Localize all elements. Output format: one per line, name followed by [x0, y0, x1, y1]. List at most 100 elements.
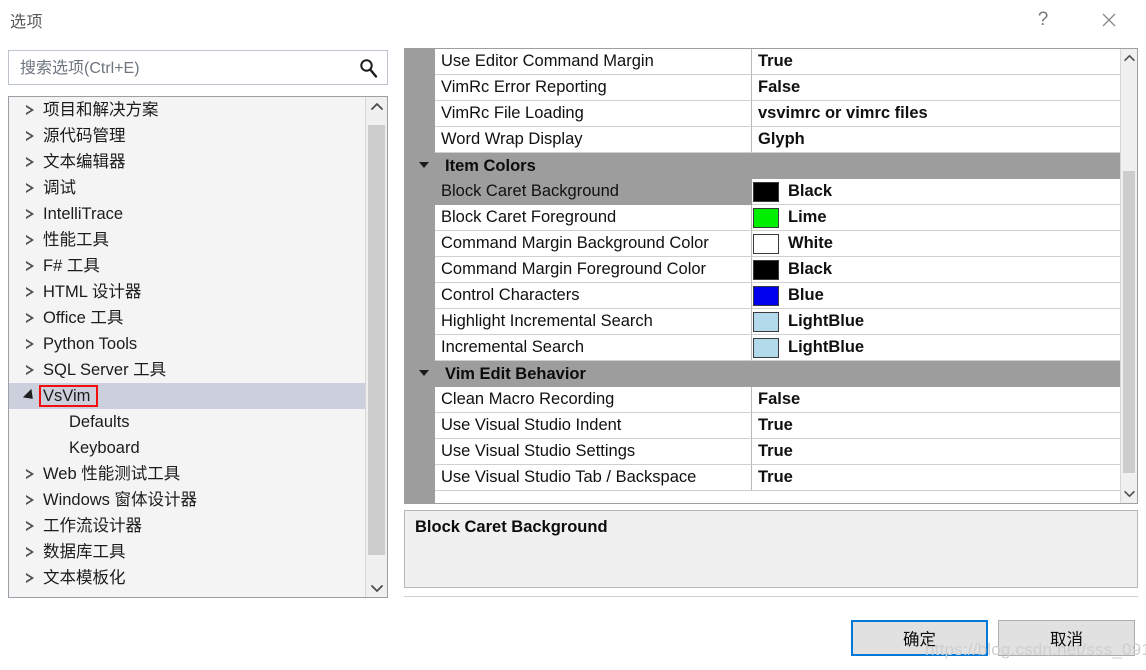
chevron-right-icon[interactable]: [23, 487, 37, 513]
tree-item-6[interactable]: F# 工具: [9, 253, 365, 279]
tree-item-18[interactable]: 文本模板化: [9, 565, 365, 591]
tree-item-2[interactable]: 文本编辑器: [9, 149, 365, 175]
color-swatch: [753, 207, 779, 228]
property-category-row[interactable]: Vim Edit Behavior: [405, 361, 1120, 387]
chevron-right-icon[interactable]: [23, 149, 37, 175]
property-value[interactable]: True: [752, 439, 1120, 465]
property-value[interactable]: LightBlue: [752, 335, 1120, 361]
tree-item-label: 数据库工具: [43, 543, 126, 561]
property-category-label: Item Colors: [405, 153, 1120, 179]
tree-list[interactable]: 项目和解决方案源代码管理文本编辑器 调试 IntelliTrace 性能工具 F# 工具…: [9, 97, 365, 597]
property-row[interactable]: Block Caret Foreground Lime: [405, 205, 1120, 231]
chevron-right-icon[interactable]: [23, 513, 37, 539]
tree-scroll-thumb[interactable]: [368, 125, 385, 555]
property-grid[interactable]: Use Editor Command Margin True VimRc Error…: [404, 48, 1138, 504]
options-tree[interactable]: 项目和解决方案源代码管理文本编辑器 调试 IntelliTrace 性能工具 F# 工具…: [8, 96, 388, 598]
tree-item-0[interactable]: 项目和解决方案: [9, 97, 365, 123]
chevron-right-icon[interactable]: [23, 357, 37, 383]
help-button[interactable]: ?: [1020, 0, 1066, 40]
chevron-right-icon[interactable]: [23, 331, 37, 357]
chevron-right-icon[interactable]: [23, 539, 37, 565]
property-value[interactable]: White: [752, 231, 1120, 257]
property-grid-rows[interactable]: Use Editor Command Margin True VimRc Error…: [405, 49, 1120, 491]
tree-item-15[interactable]: Windows 窗体设计器: [9, 487, 365, 513]
property-category-row[interactable]: Item Colors: [405, 153, 1120, 179]
property-value[interactable]: vsvimrc or vimrc files: [752, 101, 1120, 127]
property-value[interactable]: False: [752, 387, 1120, 413]
property-row[interactable]: Use Visual Studio Indent True: [405, 413, 1120, 439]
property-value[interactable]: False: [752, 75, 1120, 101]
property-row[interactable]: VimRc File Loading vsvimrc or vimrc files: [405, 101, 1120, 127]
ok-button[interactable]: 确定: [851, 620, 988, 656]
chevron-down-icon[interactable]: [22, 383, 38, 409]
tree-item-17[interactable]: 数据库工具: [9, 539, 365, 565]
property-value[interactable]: True: [752, 465, 1120, 491]
property-value-text: LightBlue: [788, 312, 865, 330]
property-value[interactable]: Glyph: [752, 127, 1120, 153]
tree-item-3[interactable]: 调试: [9, 175, 365, 201]
property-value[interactable]: Blue: [752, 283, 1120, 309]
chevron-down-icon[interactable]: [419, 162, 429, 168]
property-row[interactable]: Use Visual Studio Tab / Backspace True: [405, 465, 1120, 491]
cancel-button[interactable]: 取消: [998, 620, 1135, 656]
property-row[interactable]: Block Caret Background Black: [405, 179, 1120, 205]
chevron-right-icon[interactable]: [23, 201, 37, 227]
property-value[interactable]: Black: [752, 257, 1120, 283]
tree-item-10[interactable]: SQL Server 工具: [9, 357, 365, 383]
footer-separator: [404, 596, 1138, 597]
tree-item-9[interactable]: Python Tools: [9, 331, 365, 357]
tree-item-label: 源代码管理: [43, 127, 126, 145]
tree-item-7[interactable]: HTML 设计器: [9, 279, 365, 305]
scroll-up-icon[interactable]: [1121, 49, 1137, 67]
chevron-right-icon[interactable]: [23, 565, 37, 591]
tree-item-12[interactable]: Defaults: [9, 409, 365, 435]
property-row[interactable]: VimRc Error Reporting False: [405, 75, 1120, 101]
tree-item-14[interactable]: Web 性能测试工具: [9, 461, 365, 487]
close-button[interactable]: [1086, 0, 1132, 40]
tree-item-13[interactable]: Keyboard: [9, 435, 365, 461]
property-value[interactable]: Black: [752, 179, 1120, 205]
property-row[interactable]: Command Margin Background Color White: [405, 231, 1120, 257]
scroll-down-icon[interactable]: [366, 579, 387, 597]
scroll-down-icon[interactable]: [1121, 485, 1137, 503]
tree-item-16[interactable]: 工作流设计器: [9, 513, 365, 539]
property-value[interactable]: Lime: [752, 205, 1120, 231]
chevron-right-icon[interactable]: [23, 123, 37, 149]
tree-item-4[interactable]: IntelliTrace: [9, 201, 365, 227]
chevron-right-icon[interactable]: [23, 461, 37, 487]
scroll-up-icon[interactable]: [366, 97, 387, 115]
property-value[interactable]: LightBlue: [752, 309, 1120, 335]
search-box[interactable]: [8, 50, 388, 86]
tree-item-8[interactable]: Office 工具: [9, 305, 365, 331]
tree-item-5[interactable]: 性能工具: [9, 227, 365, 253]
property-name: Block Caret Background: [435, 179, 752, 205]
property-value[interactable]: True: [752, 49, 1120, 75]
chevron-right-icon[interactable]: [23, 253, 37, 279]
property-row[interactable]: Command Margin Foreground Color Black: [405, 257, 1120, 283]
chevron-right-icon[interactable]: [23, 97, 37, 123]
property-row[interactable]: Use Visual Studio Settings True: [405, 439, 1120, 465]
chevron-right-icon[interactable]: [23, 227, 37, 253]
tree-item-11[interactable]: VsVim: [9, 383, 365, 409]
search-input[interactable]: [18, 51, 352, 86]
property-value[interactable]: True: [752, 413, 1120, 439]
property-value-text: Blue: [788, 286, 824, 304]
property-value-text: Black: [788, 260, 833, 278]
chevron-down-icon[interactable]: [419, 370, 429, 376]
property-row[interactable]: Control Characters Blue: [405, 283, 1120, 309]
chevron-right-icon[interactable]: [23, 279, 37, 305]
property-row[interactable]: Clean Macro Recording False: [405, 387, 1120, 413]
tree-item-1[interactable]: 源代码管理: [9, 123, 365, 149]
property-row[interactable]: Word Wrap Display Glyph: [405, 127, 1120, 153]
property-row[interactable]: Highlight Incremental Search LightBlue: [405, 309, 1120, 335]
property-row[interactable]: Incremental Search LightBlue: [405, 335, 1120, 361]
chevron-right-icon[interactable]: [23, 305, 37, 331]
search-icon[interactable]: [357, 57, 379, 79]
property-grid-scrollbar[interactable]: [1120, 49, 1137, 503]
chevron-right-icon[interactable]: [23, 175, 37, 201]
tree-item-label: Web 性能测试工具: [43, 465, 181, 483]
grid-scroll-thumb[interactable]: [1123, 171, 1135, 473]
property-row[interactable]: Use Editor Command Margin True: [405, 49, 1120, 75]
property-value-text: True: [758, 468, 793, 486]
tree-scrollbar[interactable]: [365, 97, 387, 597]
